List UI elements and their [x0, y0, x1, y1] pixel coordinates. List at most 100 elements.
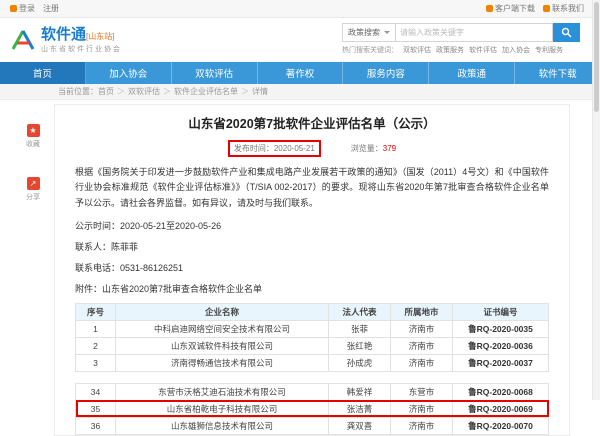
city: 济南市	[391, 400, 453, 417]
company-name: 中科启迪网络空间安全技术有限公司	[116, 320, 329, 337]
search-button[interactable]	[553, 23, 580, 42]
site-header: 软件通[山东站] 山东省软件行业协会 政策搜索 热门搜索关键词： 双软评估政策服…	[0, 18, 600, 62]
table-header-row: 序号企业名称法人代表所属地市证书编号	[76, 303, 549, 320]
contact-phone: 联系电话：0531-86126251	[75, 261, 549, 274]
side-tool-share[interactable]: ↗分享	[26, 177, 40, 202]
table-header-cell: 序号	[76, 303, 116, 320]
row-no: 3	[76, 354, 116, 371]
hot-search-link[interactable]: 软件评估	[469, 45, 497, 55]
logo-text: 软件通[山东站] 山东省软件行业协会	[41, 27, 122, 54]
table-row: 3济南得畅通信技术有限公司孙成虎济南市鲁RQ-2020-0037	[76, 354, 549, 371]
page-scrollbar[interactable]	[592, 0, 600, 400]
breadcrumb-separator: ＞	[117, 86, 125, 97]
page-title: 山东省2020第7批软件企业评估名单（公示）	[75, 113, 549, 132]
company-name: 东营市沃格艾迪石油技术有限公司	[116, 383, 329, 400]
main-content: ★ 收藏 ↗分享 山东省2020第7批软件企业评估名单（公示） 发布时间：2020-…	[0, 104, 600, 404]
spacer-cell	[391, 371, 453, 383]
spacer-cell	[453, 371, 549, 383]
breadcrumb-items: 首页＞双软评估＞软件企业评估名单＞详情	[98, 86, 268, 97]
hot-links: 双软评估政策服务软件评估加入协会专利服务	[403, 45, 563, 55]
article-card: 山东省2020第7批软件企业评估名单（公示） 发布时间：2020-05-21 浏…	[54, 104, 570, 436]
city: 济南市	[391, 337, 453, 354]
cert-no: 鲁RQ-2020-0068	[453, 383, 549, 400]
site-logo[interactable]: 软件通[山东站] 山东省软件行业协会	[10, 27, 122, 54]
article-meta: 发布时间：2020-05-21 浏览量：379	[75, 140, 549, 157]
attachment-link[interactable]: 附件：山东省2020第7批审查合格软件企业名单	[75, 282, 549, 295]
nav-item-services[interactable]: 服务内容	[343, 62, 429, 84]
search-category-select[interactable]: 政策搜索	[342, 23, 395, 42]
nav-item-copyright[interactable]: 著作权	[258, 62, 344, 84]
logo-station: [山东站]	[86, 32, 114, 41]
search-bar: 政策搜索	[342, 23, 580, 42]
contact-us-link[interactable]: 联系我们	[543, 3, 584, 14]
company-table: 序号企业名称法人代表所属地市证书编号 1中科启迪网络空间安全技术有限公司张菲济南…	[75, 303, 549, 435]
logo-title: 软件通[山东站]	[41, 27, 122, 42]
breadcrumb-separator: ＞	[241, 86, 249, 97]
table-row: 2山东双诚软件科技有限公司张红艳济南市鲁RQ-2020-0036	[76, 337, 549, 354]
legal-rep: 龚双喜	[329, 417, 391, 434]
table-row: 35山东省柏乾电子科技有限公司张洁菁济南市鲁RQ-2020-0069	[76, 400, 549, 417]
nav-item-shuangruan[interactable]: 双软评估	[172, 62, 258, 84]
table-row: 1中科启迪网络空间安全技术有限公司张菲济南市鲁RQ-2020-0035	[76, 320, 549, 337]
table-spacer-row	[76, 371, 549, 383]
client-download-link[interactable]: 客户端下载	[486, 3, 535, 14]
legal-rep: 张菲	[329, 320, 391, 337]
row-no: 34	[76, 383, 116, 400]
table-header-cell: 证书编号	[453, 303, 549, 320]
hot-search-link[interactable]: 专利服务	[535, 45, 563, 55]
login-icon	[10, 5, 17, 12]
table-header-cell: 企业名称	[116, 303, 329, 320]
login-label: 登录	[19, 3, 35, 14]
breadcrumb-item[interactable]: 双软评估	[128, 86, 160, 97]
spacer-cell	[116, 371, 329, 383]
city: 东营市	[391, 383, 453, 400]
side-tool-label: 收藏	[26, 139, 40, 149]
legal-rep: 韩爱祥	[329, 383, 391, 400]
contact-us-label: 联系我们	[552, 3, 584, 14]
article-body: 根据《国务院关于印发进一步鼓励软件产业和集成电路产业发展若干政策的通知》（国发（…	[75, 165, 549, 211]
spacer-cell	[76, 371, 116, 383]
nav-item-home[interactable]: 首页	[0, 62, 86, 84]
cert-no: 鲁RQ-2020-0037	[453, 354, 549, 371]
legal-rep: 孙成虎	[329, 354, 391, 371]
views-label: 浏览量：	[351, 144, 383, 153]
breadcrumb-separator: ＞	[163, 86, 171, 97]
nav-item-join[interactable]: 加入协会	[86, 62, 172, 84]
breadcrumb-item[interactable]: 首页	[98, 86, 114, 97]
register-link[interactable]: 注册	[43, 3, 59, 14]
table-row: 34东营市沃格艾迪石油技术有限公司韩爱祥东营市鲁RQ-2020-0068	[76, 383, 549, 400]
nav-item-download[interactable]: 软件下载	[515, 62, 600, 84]
company-name: 山东雄狮信息技术有限公司	[116, 417, 329, 434]
legal-rep: 张洁菁	[329, 400, 391, 417]
row-no: 1	[76, 320, 116, 337]
city: 济南市	[391, 354, 453, 371]
views-count: 379	[383, 144, 396, 153]
hot-search-link[interactable]: 双软评估	[403, 45, 431, 55]
row-no: 36	[76, 417, 116, 434]
table-header-cell: 所属地市	[391, 303, 453, 320]
company-name: 山东双诚软件科技有限公司	[116, 337, 329, 354]
login-link[interactable]: 登录	[10, 3, 35, 14]
share-icon: ↗	[27, 177, 40, 190]
breadcrumb-label: 当前位置：	[58, 86, 98, 97]
topbar-left: 登录 注册	[10, 3, 59, 14]
breadcrumb: 当前位置： 首页＞双软评估＞软件企业评估名单＞详情	[0, 84, 600, 100]
views: 浏览量：379	[351, 143, 396, 154]
contact-person: 联系人：陈菲菲	[75, 240, 549, 253]
favorite-icon: ★	[27, 124, 40, 137]
scrollbar-thumb[interactable]	[594, 2, 599, 112]
nav-item-policy[interactable]: 政策通	[429, 62, 515, 84]
publish-time: 发布时间：2020-05-21	[228, 140, 321, 157]
cert-no: 鲁RQ-2020-0035	[453, 320, 549, 337]
hot-search-link[interactable]: 政策服务	[436, 45, 464, 55]
cert-no: 鲁RQ-2020-0036	[453, 337, 549, 354]
hot-search-link[interactable]: 加入协会	[502, 45, 530, 55]
breadcrumb-item[interactable]: 软件企业评估名单	[174, 86, 238, 97]
search-area: 政策搜索 热门搜索关键词： 双软评估政策服务软件评估加入协会专利服务	[342, 23, 580, 55]
search-input[interactable]	[395, 23, 553, 42]
top-utility-bar: 登录 注册 客户端下载 联系我们	[0, 0, 600, 18]
spacer-cell	[329, 371, 391, 383]
topbar-right: 客户端下载 联系我们	[486, 3, 584, 14]
cert-no: 鲁RQ-2020-0070	[453, 417, 549, 434]
side-tool-favorite[interactable]: ★ 收藏	[26, 124, 40, 149]
